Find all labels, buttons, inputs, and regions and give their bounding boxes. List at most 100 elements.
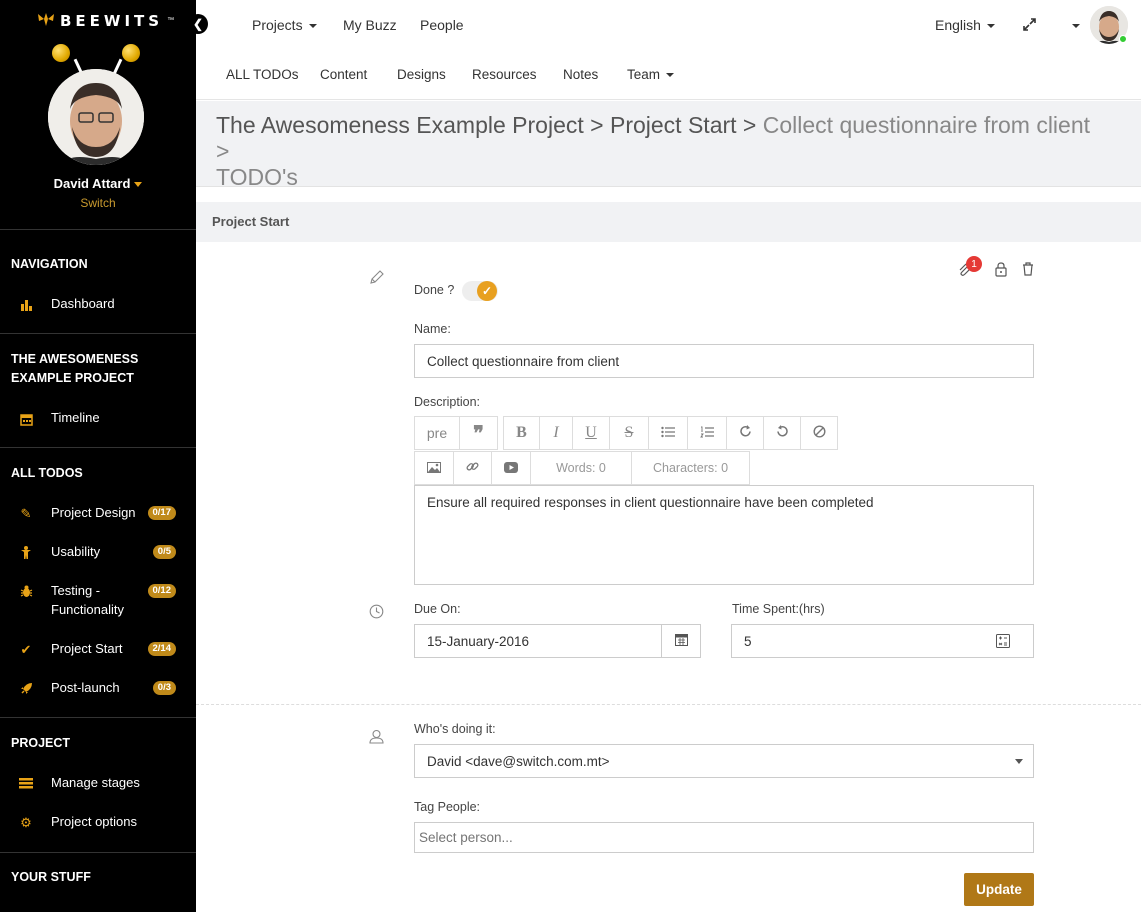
sidebar-item-label: Testing - Functionality [51, 583, 124, 617]
sidebar: BEEWITS ™ David Attard Switch NAVIGATION … [0, 0, 196, 912]
caret-down-icon [308, 24, 317, 29]
collapse-sidebar-button[interactable]: ❮ [188, 14, 208, 34]
name-value: Collect questionnaire from client [427, 353, 620, 369]
breadcrumb-separator: > [583, 112, 610, 138]
sidebar-item-label: Post-launch [51, 680, 120, 695]
insert-link-button[interactable] [453, 451, 492, 485]
description-editor[interactable]: Ensure all required responses in client … [414, 485, 1034, 585]
date-picker-button[interactable] [661, 624, 701, 658]
calendar-icon [18, 411, 34, 427]
image-icon [427, 460, 441, 476]
nav-my-buzz[interactable]: My Buzz [343, 17, 397, 33]
sidebar-item-testing[interactable]: Testing - Functionality 0/12 [0, 581, 196, 621]
logo[interactable]: BEEWITS ™ [36, 10, 174, 31]
update-button[interactable]: Update [964, 873, 1034, 906]
tab-team-label: Team [627, 67, 661, 82]
section-project-name: THE AWESOMENESS EXAMPLE PROJECT [11, 352, 139, 385]
numbered-list-button[interactable] [687, 416, 727, 450]
breadcrumb-todos: TODO's [216, 164, 298, 190]
section-your-stuff: YOUR STUFF [11, 870, 91, 884]
bug-icon [18, 583, 34, 599]
check-icon: ✔ [20, 641, 32, 657]
page-header: The Awesomeness Example Project > Projec… [196, 101, 1141, 190]
tab-designs[interactable]: Designs [397, 67, 446, 82]
user-name: David Attard [53, 176, 131, 191]
stages-icon [18, 775, 34, 791]
ban-icon [812, 425, 826, 441]
user-avatar[interactable] [48, 69, 144, 165]
redo-button[interactable] [726, 416, 764, 450]
pre-button[interactable]: pre [414, 416, 460, 450]
video-icon [504, 460, 518, 476]
assignee-select[interactable]: David <dave@switch.com.mt> [414, 744, 1034, 778]
tab-team-dropdown[interactable]: Team [627, 67, 675, 82]
fullscreen-icon[interactable] [1023, 18, 1036, 34]
italic-button[interactable]: I [539, 416, 573, 450]
nav-people[interactable]: People [420, 17, 464, 33]
section-navigation: NAVIGATION [11, 257, 88, 271]
tag-people-label: Tag People: [414, 800, 481, 814]
caret-down-icon [134, 182, 143, 188]
breadcrumb-stage[interactable]: Project Start [610, 112, 737, 138]
undo-icon [776, 425, 789, 441]
due-date-value: 15-January-2016 [427, 633, 530, 649]
calendar-icon [674, 633, 688, 649]
chevron-left-icon: ❮ [192, 17, 204, 31]
switch-link[interactable]: Switch [0, 196, 196, 210]
section-title: Project Start [212, 214, 290, 229]
bold-button[interactable]: B [503, 416, 540, 450]
insert-video-button[interactable] [491, 451, 531, 485]
nav-projects-dropdown[interactable]: Projects [252, 17, 317, 33]
quote-button[interactable]: ❞ [459, 416, 498, 450]
trash-icon[interactable] [1022, 262, 1034, 279]
underline-button[interactable]: U [572, 416, 610, 450]
due-on-label: Due On: [414, 602, 461, 616]
tag-people-input[interactable] [414, 822, 1034, 853]
undo-button[interactable] [763, 416, 801, 450]
sidebar-item-label: Project Design [51, 505, 136, 520]
tab-notes[interactable]: Notes [563, 67, 598, 82]
topbar: Projects My Buzz People English ALL TODO… [196, 0, 1141, 100]
insert-image-button[interactable] [414, 451, 454, 485]
user-menu-toggle[interactable] [1066, 17, 1080, 33]
sidebar-item-label: Manage stages [51, 775, 140, 790]
lock-icon[interactable] [995, 262, 1007, 280]
name-label: Name: [414, 322, 451, 336]
divider [0, 333, 196, 334]
name-input[interactable]: Collect questionnaire from client [414, 344, 1034, 378]
character-count: Characters: 0 [631, 451, 750, 485]
description-label: Description: [414, 395, 480, 409]
sidebar-item-label: Timeline [51, 410, 100, 425]
language-dropdown[interactable]: English [935, 17, 995, 33]
bullet-list-button[interactable] [648, 416, 688, 450]
strikethrough-button[interactable]: S [609, 416, 649, 450]
calculator-icon[interactable] [996, 634, 1010, 651]
done-toggle[interactable]: ✓ [462, 281, 498, 301]
breadcrumb-project[interactable]: The Awesomeness Example Project [216, 112, 584, 138]
todo-count-badge: 0/17 [147, 506, 176, 520]
nav-projects-label: Projects [252, 17, 303, 33]
person-icon [18, 544, 34, 560]
section-project: PROJECT [11, 736, 71, 750]
divider [196, 704, 1141, 705]
clear-format-button[interactable] [800, 416, 838, 450]
sidebar-item-label: Usability [51, 544, 101, 559]
italic-icon: I [553, 424, 559, 441]
tab-resources[interactable]: Resources [472, 67, 537, 82]
time-spent-input[interactable]: 5 [731, 624, 1034, 658]
todo-count-badge: 0/3 [152, 681, 176, 695]
due-date-input[interactable]: 15-January-2016 [414, 624, 662, 658]
user-name-dropdown[interactable]: David Attard [0, 176, 196, 191]
tab-content[interactable]: Content [320, 67, 367, 82]
bullet-list-icon [661, 425, 675, 441]
section-header: Project Start [196, 202, 1141, 242]
numbered-list-icon [700, 425, 714, 441]
tab-all-todos[interactable]: ALL TODOs [226, 67, 299, 82]
language-label: English [935, 17, 981, 33]
bar-chart-icon [18, 296, 34, 312]
time-spent-label: Time Spent:(hrs) [732, 602, 825, 616]
notification-badge: 1 [966, 256, 982, 272]
caret-down-icon [666, 73, 675, 78]
breadcrumb: The Awesomeness Example Project > Projec… [216, 112, 1096, 190]
rocket-icon [18, 680, 34, 696]
